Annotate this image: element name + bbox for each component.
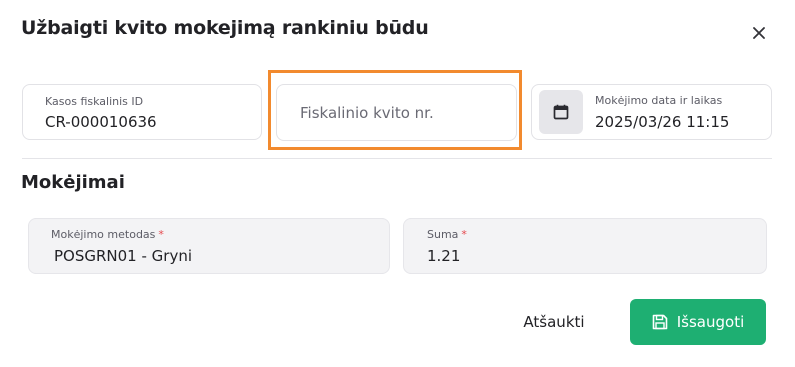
amount-value: 1.21 — [427, 247, 461, 265]
required-mark: * — [461, 228, 467, 241]
fiscal-receipt-number-input[interactable] — [277, 85, 516, 140]
divider — [22, 158, 772, 159]
amount-label: Suma * — [427, 228, 467, 241]
cash-register-id-field[interactable]: Kasos fiskalinis ID CR-000010636 — [22, 84, 262, 140]
fiscal-receipt-number-field[interactable] — [276, 84, 517, 141]
payment-datetime-field[interactable]: Mokėjimo data ir laikas 2025/03/26 11:15 — [531, 84, 772, 140]
payment-method-select[interactable]: Mokėjimo metodas * POSGRN01 - Gryni — [28, 218, 390, 274]
amount-field[interactable]: Suma * 1.21 — [403, 218, 767, 274]
manual-payment-dialog: Užbaigti kvito mokejimą rankiniu būdu Ka… — [0, 0, 795, 367]
payment-method-value: POSGRN01 - Gryni — [54, 247, 193, 265]
calendar-button[interactable] — [539, 90, 583, 134]
calendar-icon — [553, 104, 569, 120]
cancel-button[interactable]: Atšaukti — [508, 299, 600, 345]
save-button-label: Išsaugoti — [676, 313, 745, 331]
close-icon — [753, 27, 765, 39]
cash-register-id-value: CR-000010636 — [45, 113, 157, 131]
payment-datetime-value: 2025/03/26 11:15 — [595, 113, 730, 131]
payments-section-title: Mokėjimai — [21, 172, 125, 193]
cash-register-id-label: Kasos fiskalinis ID — [45, 95, 144, 108]
required-mark: * — [158, 228, 164, 241]
payment-datetime-label: Mokėjimo data ir laikas — [595, 94, 723, 107]
close-button[interactable] — [746, 20, 772, 46]
payment-method-label: Mokėjimo metodas * — [51, 228, 164, 241]
save-button[interactable]: Išsaugoti — [630, 299, 766, 345]
save-icon — [652, 314, 668, 330]
dialog-title: Užbaigti kvito mokejimą rankiniu būdu — [21, 17, 429, 39]
